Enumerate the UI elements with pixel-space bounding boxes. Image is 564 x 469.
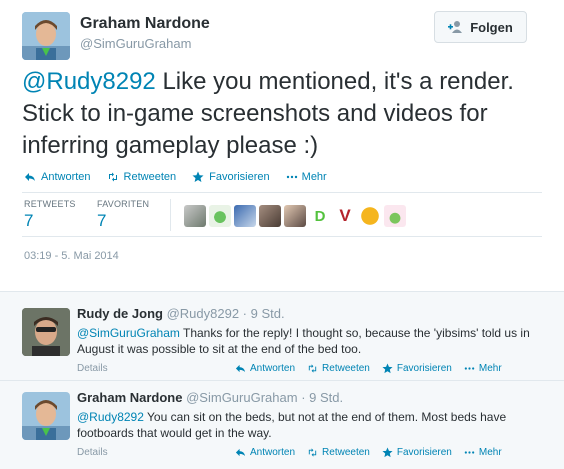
favoriter-avatar[interactable]: V bbox=[334, 205, 356, 227]
favorites-stat[interactable]: FAVORITEN 7 bbox=[97, 199, 149, 231]
favoriter-avatar[interactable] bbox=[234, 205, 256, 227]
favoriter-avatar[interactable] bbox=[384, 205, 406, 227]
reply-author[interactable]: Graham Nardone @SimGuruGraham · 9 Std. bbox=[77, 390, 343, 405]
retweet-action[interactable]: Retweeten bbox=[107, 171, 177, 183]
reply-mention[interactable]: @Rudy8292 bbox=[77, 410, 144, 424]
favorite-label: Favorisieren bbox=[396, 447, 452, 458]
retweet-icon bbox=[308, 364, 317, 373]
reply-action[interactable]: Antworten bbox=[235, 363, 295, 374]
reply-label: Antworten bbox=[250, 363, 296, 374]
favorite-label: Favorisieren bbox=[209, 171, 270, 183]
divider bbox=[0, 380, 564, 381]
tweet-actions: Antworten Retweeten Favorisieren Mehr bbox=[24, 171, 343, 183]
reply-action[interactable]: Antworten bbox=[24, 171, 91, 183]
favoriter-avatar[interactable] bbox=[259, 205, 281, 227]
reply-author-name: Graham Nardone bbox=[77, 390, 183, 405]
more-label: Mehr bbox=[478, 447, 502, 458]
more-action[interactable]: Mehr bbox=[464, 447, 502, 458]
retweet-icon bbox=[308, 448, 317, 457]
tweet-text: @Rudy8292 Like you mentioned, it's a ren… bbox=[22, 66, 542, 162]
retweets-label: RETWEETS bbox=[24, 199, 76, 209]
star-icon bbox=[382, 363, 393, 374]
tweet-timestamp: 03:19 - 5. Mai 2014 bbox=[24, 250, 119, 262]
favoriter-avatar[interactable] bbox=[359, 205, 381, 227]
favoriter-avatar[interactable] bbox=[184, 205, 206, 227]
reply-author[interactable]: Rudy de Jong @Rudy8292 · 9 Std. bbox=[77, 306, 285, 321]
favoriter-avatar[interactable] bbox=[209, 205, 231, 227]
reply-label: Antworten bbox=[250, 447, 296, 458]
more-action[interactable]: Mehr bbox=[286, 171, 327, 183]
retweet-label: Retweeten bbox=[123, 171, 177, 183]
reply-author-handle: @SimGuruGraham bbox=[186, 390, 298, 405]
retweets-stat[interactable]: RETWEETS 7 bbox=[24, 199, 76, 231]
author-handle[interactable]: @SimGuruGraham bbox=[80, 36, 191, 51]
more-icon bbox=[464, 367, 475, 370]
reply-avatar[interactable] bbox=[22, 392, 70, 440]
reply-action[interactable]: Antworten bbox=[235, 447, 295, 458]
reply-avatar[interactable] bbox=[22, 308, 70, 356]
favorites-label: FAVORITEN bbox=[97, 199, 150, 209]
reply-time[interactable]: · 9 Std. bbox=[243, 306, 285, 321]
favorite-action[interactable]: Favorisieren bbox=[382, 447, 452, 458]
divider bbox=[22, 192, 542, 193]
star-icon bbox=[192, 171, 204, 182]
divider bbox=[170, 199, 171, 231]
divider bbox=[22, 236, 542, 237]
reply-text: @Rudy8292 You can sit on the beds, but n… bbox=[77, 409, 547, 441]
reply-time[interactable]: · 9 Std. bbox=[301, 390, 343, 405]
favorite-action[interactable]: Favorisieren bbox=[192, 171, 270, 183]
more-label: Mehr bbox=[478, 363, 502, 374]
favoriter-avatars: D V bbox=[184, 205, 406, 227]
retweets-count: 7 bbox=[24, 211, 34, 230]
favorites-count: 7 bbox=[97, 211, 107, 230]
retweet-action[interactable]: Retweeten bbox=[307, 363, 370, 374]
star-icon bbox=[382, 447, 393, 458]
tweet-mention[interactable]: @Rudy8292 bbox=[22, 68, 156, 95]
reply-author-name: Rudy de Jong bbox=[77, 306, 163, 321]
follow-label: Folgen bbox=[470, 19, 513, 35]
more-icon bbox=[464, 451, 475, 454]
list-item: Rudy de Jong @Rudy8292 · 9 Std. @SimGuru… bbox=[0, 306, 564, 386]
list-item: Graham Nardone @SimGuruGraham · 9 Std. @… bbox=[0, 390, 564, 469]
retweet-label: Retweeten bbox=[322, 363, 370, 374]
reply-label: Antworten bbox=[41, 171, 91, 183]
retweet-icon bbox=[108, 172, 117, 182]
reply-text: @SimGuruGraham Thanks for the reply! I t… bbox=[77, 325, 547, 357]
favoriter-avatar[interactable] bbox=[284, 205, 306, 227]
reply-icon bbox=[235, 364, 246, 373]
author-avatar[interactable] bbox=[22, 12, 70, 60]
reply-icon bbox=[235, 448, 246, 457]
reply-author-handle: @Rudy8292 bbox=[166, 306, 240, 321]
replies-list: Rudy de Jong @Rudy8292 · 9 Std. @SimGuru… bbox=[0, 291, 564, 469]
reply-mention[interactable]: @SimGuruGraham bbox=[77, 326, 180, 340]
follow-button[interactable]: Folgen bbox=[434, 11, 527, 43]
details-link[interactable]: Details bbox=[77, 363, 108, 374]
tweet-detail: Graham Nardone @SimGuruGraham Folgen @Ru… bbox=[0, 0, 564, 290]
more-label: Mehr bbox=[301, 171, 327, 183]
reply-icon bbox=[25, 173, 35, 181]
retweet-label: Retweeten bbox=[322, 447, 370, 458]
author-name[interactable]: Graham Nardone bbox=[80, 15, 210, 33]
favorite-action[interactable]: Favorisieren bbox=[382, 363, 452, 374]
retweet-action[interactable]: Retweeten bbox=[307, 447, 370, 458]
favorite-label: Favorisieren bbox=[396, 363, 452, 374]
more-icon bbox=[286, 175, 297, 179]
details-link[interactable]: Details bbox=[77, 447, 108, 458]
favoriter-avatar[interactable]: D bbox=[309, 205, 331, 227]
follow-person-icon bbox=[448, 21, 463, 33]
more-action[interactable]: Mehr bbox=[464, 363, 502, 374]
